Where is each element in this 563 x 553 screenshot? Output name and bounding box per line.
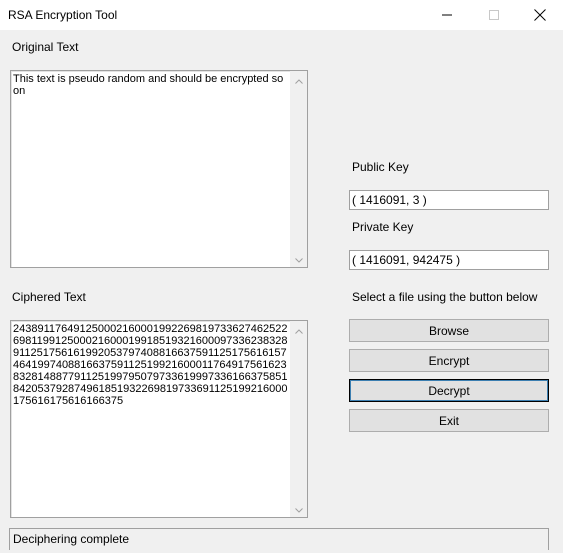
scroll-up-arrow[interactable] [290,321,307,338]
original-text-label: Original Text [12,40,79,54]
private-key-label: Private Key [352,220,414,234]
maximize-icon [489,10,499,20]
maximize-button[interactable] [471,0,517,30]
window-title: RSA Encryption Tool [8,8,118,22]
encrypt-button[interactable]: Encrypt [349,349,549,372]
chevron-down-icon [294,502,303,516]
file-instruction-label: Select a file using the button below [352,290,538,304]
chevron-up-icon [294,73,303,87]
original-text-area[interactable]: This text is pseudo random and should be… [10,70,308,268]
title-bar[interactable]: RSA Encryption Tool [0,0,563,30]
status-bar: Deciphering complete [9,528,549,550]
scroll-up-arrow[interactable] [290,71,307,88]
public-key-field[interactable]: ( 1416091, 3 ) [349,190,549,210]
exit-button[interactable]: Exit [349,409,549,432]
decrypt-button[interactable]: Decrypt [349,379,549,402]
client-area: Original Text This text is pseudo random… [0,30,563,553]
ciphered-text-scrollbar[interactable] [290,321,307,517]
chevron-down-icon [294,252,303,266]
ciphered-text-label: Ciphered Text [12,290,86,304]
browse-button[interactable]: Browse [349,319,549,342]
close-button[interactable] [517,0,563,30]
original-text-scrollbar[interactable] [290,71,307,267]
close-icon [534,9,546,21]
scroll-down-arrow[interactable] [290,500,307,517]
minimize-button[interactable] [424,0,470,30]
minimize-icon [442,10,452,20]
public-key-label: Public Key [352,160,409,174]
ciphered-text-area[interactable]: 2438911764912500021600019922698197336274… [10,320,308,518]
private-key-field[interactable]: ( 1416091, 942475 ) [349,250,549,270]
original-text-content: This text is pseudo random and should be… [13,73,284,97]
chevron-up-icon [294,323,303,337]
status-text: Deciphering complete [13,532,130,546]
scroll-down-arrow[interactable] [290,250,307,267]
ciphered-text-content: 2438911764912500021600019922698197336274… [13,323,288,407]
